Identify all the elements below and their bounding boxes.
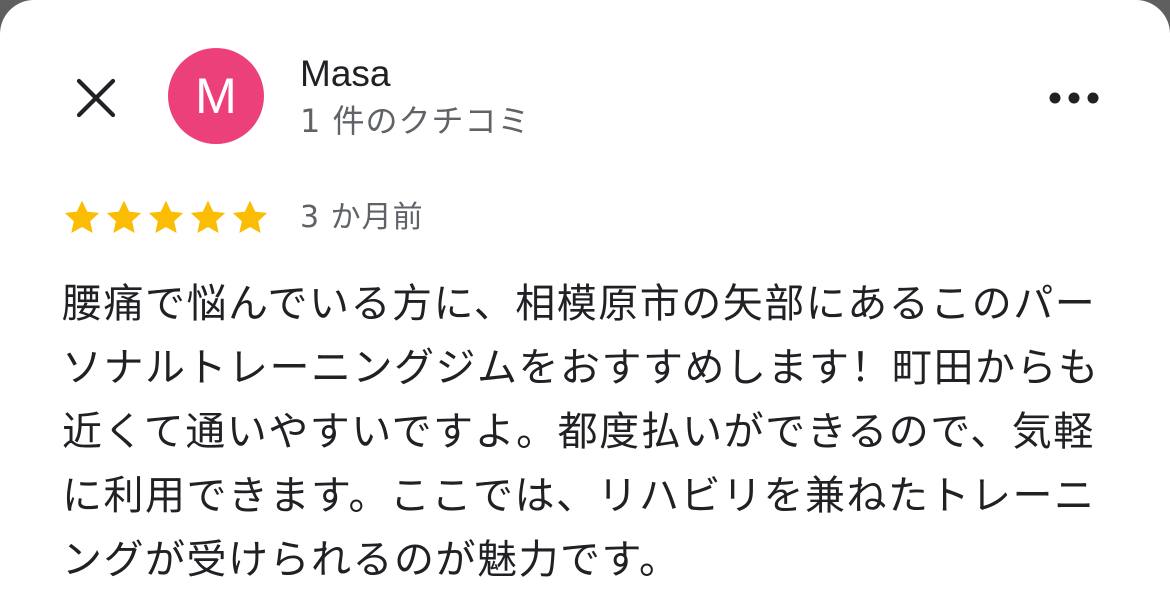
rating-row: 3 か月前 <box>62 196 424 240</box>
close-button[interactable] <box>68 70 124 126</box>
star-filled-icon <box>148 200 184 233</box>
close-icon <box>76 78 116 118</box>
more-horizontal-icon <box>1049 92 1099 104</box>
star-filled-icon <box>190 200 226 233</box>
star-filled-icon <box>64 200 100 233</box>
review-date: 3 か月前 <box>300 200 424 235</box>
star-filled-icon <box>232 200 268 233</box>
review-sheet: M Masa 1 件のクチコミ 3 か月前 腰痛で悩んでいる方に、相模原市の矢部… <box>0 0 1170 600</box>
more-options-button[interactable] <box>1044 78 1104 118</box>
avatar[interactable]: M <box>168 48 264 144</box>
star-filled-icon <box>106 200 142 233</box>
star-rating <box>62 198 270 238</box>
review-count: 1 件のクチコミ <box>300 102 531 140</box>
review-text: 腰痛で悩んでいる方に、相模原市の矢部にあるこのパーソナルトレーニングジムをおすす… <box>62 281 1100 583</box>
reviewer-name[interactable]: Masa <box>300 52 390 96</box>
